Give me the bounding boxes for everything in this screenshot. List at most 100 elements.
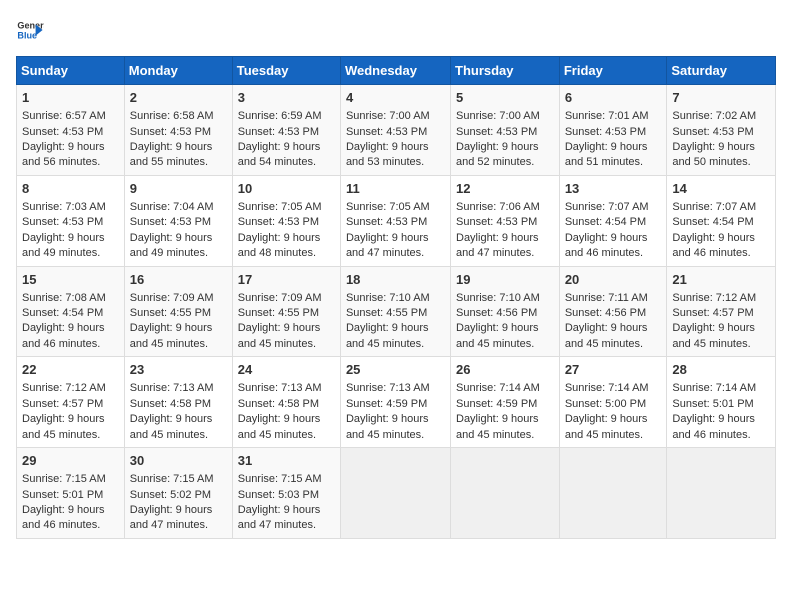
sunset-info: Sunset: 4:56 PM: [456, 307, 537, 319]
calendar-week-row: 1Sunrise: 6:57 AMSunset: 4:53 PMDaylight…: [17, 85, 776, 176]
day-number: 4: [346, 89, 445, 107]
daylight-info: Daylight: 9 hours: [346, 322, 429, 334]
day-number: 11: [346, 180, 445, 198]
sunrise-info: Sunrise: 7:14 AM: [456, 382, 540, 394]
daylight-info: Daylight: 9 hours: [238, 141, 321, 153]
sunset-info: Sunset: 4:55 PM: [130, 307, 211, 319]
day-number: 10: [238, 180, 335, 198]
daylight-info: Daylight: 9 hours: [346, 141, 429, 153]
calendar-cell: [667, 448, 776, 539]
daylight-info: Daylight: 9 hours: [456, 232, 539, 244]
sunrise-info: Sunrise: 7:06 AM: [456, 201, 540, 213]
sunrise-info: Sunrise: 7:01 AM: [565, 110, 649, 122]
sunrise-info: Sunrise: 7:13 AM: [130, 382, 214, 394]
daylight-info: Daylight: 9 hours: [565, 232, 648, 244]
daylight-minutes: and 48 minutes.: [238, 247, 316, 259]
day-number: 2: [130, 89, 227, 107]
daylight-minutes: and 53 minutes.: [346, 156, 424, 168]
calendar-cell: 4Sunrise: 7:00 AMSunset: 4:53 PMDaylight…: [340, 85, 450, 176]
sunrise-info: Sunrise: 7:05 AM: [238, 201, 322, 213]
sunrise-info: Sunrise: 6:57 AM: [22, 110, 106, 122]
sunrise-info: Sunrise: 7:11 AM: [565, 292, 648, 304]
daylight-minutes: and 47 minutes.: [456, 247, 534, 259]
sunrise-info: Sunrise: 7:12 AM: [22, 382, 106, 394]
daylight-info: Daylight: 9 hours: [456, 322, 539, 334]
calendar-cell: 20Sunrise: 7:11 AMSunset: 4:56 PMDayligh…: [559, 266, 667, 357]
sunset-info: Sunset: 5:02 PM: [130, 489, 211, 501]
calendar-cell: 22Sunrise: 7:12 AMSunset: 4:57 PMDayligh…: [17, 357, 125, 448]
daylight-info: Daylight: 9 hours: [130, 504, 213, 516]
sunset-info: Sunset: 4:53 PM: [130, 126, 211, 138]
daylight-minutes: and 46 minutes.: [565, 247, 643, 259]
logo: General Blue: [16, 16, 44, 44]
sunrise-info: Sunrise: 6:59 AM: [238, 110, 322, 122]
calendar-header-row: SundayMondayTuesdayWednesdayThursdayFrid…: [17, 57, 776, 85]
calendar-cell: 26Sunrise: 7:14 AMSunset: 4:59 PMDayligh…: [451, 357, 560, 448]
sunset-info: Sunset: 4:54 PM: [565, 216, 646, 228]
sunrise-info: Sunrise: 7:08 AM: [22, 292, 106, 304]
daylight-minutes: and 45 minutes.: [456, 429, 534, 441]
sunrise-info: Sunrise: 7:14 AM: [672, 382, 756, 394]
sunset-info: Sunset: 4:53 PM: [565, 126, 646, 138]
daylight-info: Daylight: 9 hours: [22, 504, 105, 516]
sunrise-info: Sunrise: 7:09 AM: [130, 292, 214, 304]
calendar-cell: 6Sunrise: 7:01 AMSunset: 4:53 PMDaylight…: [559, 85, 667, 176]
daylight-minutes: and 45 minutes.: [238, 338, 316, 350]
sunset-info: Sunset: 4:53 PM: [456, 126, 537, 138]
daylight-minutes: and 46 minutes.: [672, 429, 750, 441]
sunset-info: Sunset: 5:00 PM: [565, 398, 646, 410]
calendar-week-row: 8Sunrise: 7:03 AMSunset: 4:53 PMDaylight…: [17, 175, 776, 266]
calendar-cell: 8Sunrise: 7:03 AMSunset: 4:53 PMDaylight…: [17, 175, 125, 266]
day-number: 19: [456, 271, 554, 289]
sunrise-info: Sunrise: 7:14 AM: [565, 382, 649, 394]
daylight-minutes: and 46 minutes.: [672, 247, 750, 259]
calendar-cell: 28Sunrise: 7:14 AMSunset: 5:01 PMDayligh…: [667, 357, 776, 448]
daylight-minutes: and 47 minutes.: [130, 519, 208, 531]
calendar-cell: 9Sunrise: 7:04 AMSunset: 4:53 PMDaylight…: [124, 175, 232, 266]
sunrise-info: Sunrise: 7:13 AM: [346, 382, 430, 394]
daylight-info: Daylight: 9 hours: [565, 322, 648, 334]
daylight-info: Daylight: 9 hours: [565, 413, 648, 425]
daylight-info: Daylight: 9 hours: [22, 413, 105, 425]
day-number: 20: [565, 271, 662, 289]
day-number: 26: [456, 361, 554, 379]
sunrise-info: Sunrise: 7:10 AM: [456, 292, 540, 304]
daylight-info: Daylight: 9 hours: [22, 141, 105, 153]
calendar-cell: [559, 448, 667, 539]
day-number: 7: [672, 89, 770, 107]
daylight-minutes: and 45 minutes.: [672, 338, 750, 350]
daylight-info: Daylight: 9 hours: [238, 413, 321, 425]
day-number: 24: [238, 361, 335, 379]
calendar-cell: 16Sunrise: 7:09 AMSunset: 4:55 PMDayligh…: [124, 266, 232, 357]
daylight-info: Daylight: 9 hours: [456, 413, 539, 425]
daylight-info: Daylight: 9 hours: [672, 141, 755, 153]
daylight-minutes: and 45 minutes.: [238, 429, 316, 441]
calendar-cell: 15Sunrise: 7:08 AMSunset: 4:54 PMDayligh…: [17, 266, 125, 357]
calendar-header-friday: Friday: [559, 57, 667, 85]
daylight-minutes: and 50 minutes.: [672, 156, 750, 168]
sunset-info: Sunset: 4:53 PM: [672, 126, 753, 138]
daylight-minutes: and 54 minutes.: [238, 156, 316, 168]
calendar-header-tuesday: Tuesday: [232, 57, 340, 85]
sunrise-info: Sunrise: 7:05 AM: [346, 201, 430, 213]
calendar-cell: 23Sunrise: 7:13 AMSunset: 4:58 PMDayligh…: [124, 357, 232, 448]
day-number: 5: [456, 89, 554, 107]
calendar-week-row: 22Sunrise: 7:12 AMSunset: 4:57 PMDayligh…: [17, 357, 776, 448]
calendar-week-row: 15Sunrise: 7:08 AMSunset: 4:54 PMDayligh…: [17, 266, 776, 357]
daylight-minutes: and 45 minutes.: [565, 338, 643, 350]
day-number: 3: [238, 89, 335, 107]
day-number: 9: [130, 180, 227, 198]
day-number: 12: [456, 180, 554, 198]
calendar-cell: 5Sunrise: 7:00 AMSunset: 4:53 PMDaylight…: [451, 85, 560, 176]
sunrise-info: Sunrise: 7:10 AM: [346, 292, 430, 304]
daylight-info: Daylight: 9 hours: [238, 322, 321, 334]
daylight-info: Daylight: 9 hours: [672, 232, 755, 244]
daylight-minutes: and 46 minutes.: [22, 338, 100, 350]
sunset-info: Sunset: 4:57 PM: [22, 398, 103, 410]
calendar-header-wednesday: Wednesday: [340, 57, 450, 85]
sunrise-info: Sunrise: 7:02 AM: [672, 110, 756, 122]
daylight-info: Daylight: 9 hours: [456, 141, 539, 153]
sunset-info: Sunset: 5:01 PM: [22, 489, 103, 501]
daylight-info: Daylight: 9 hours: [565, 141, 648, 153]
daylight-info: Daylight: 9 hours: [130, 141, 213, 153]
